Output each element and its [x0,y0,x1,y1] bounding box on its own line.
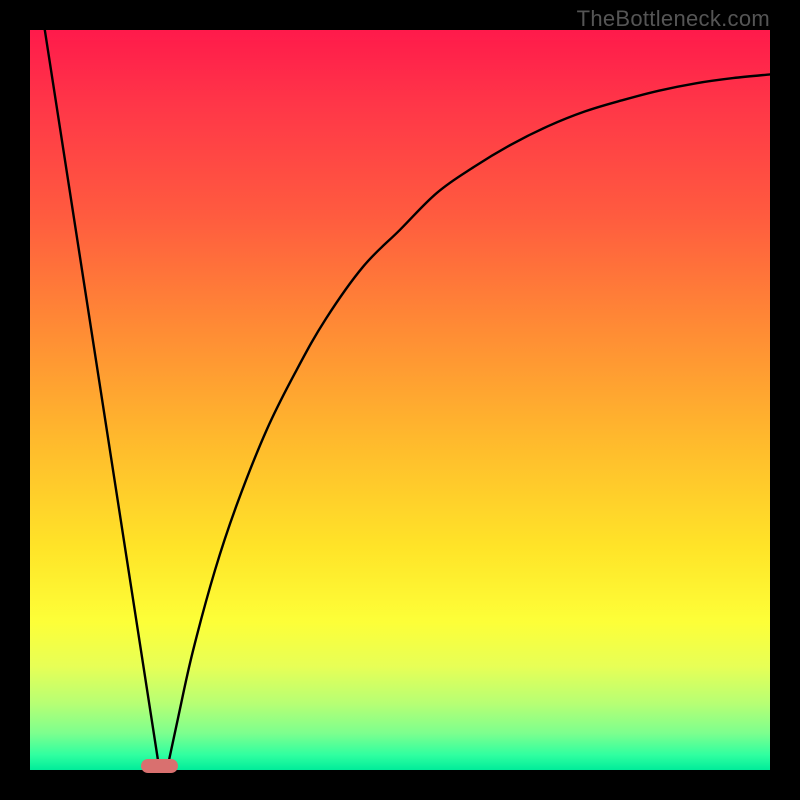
curve-right-branch [167,74,770,770]
bottleneck-marker [141,759,178,773]
curve-left-branch [45,30,160,770]
plot-area [30,30,770,770]
curve-layer [30,30,770,770]
watermark-text: TheBottleneck.com [577,6,770,32]
chart-frame: TheBottleneck.com [0,0,800,800]
